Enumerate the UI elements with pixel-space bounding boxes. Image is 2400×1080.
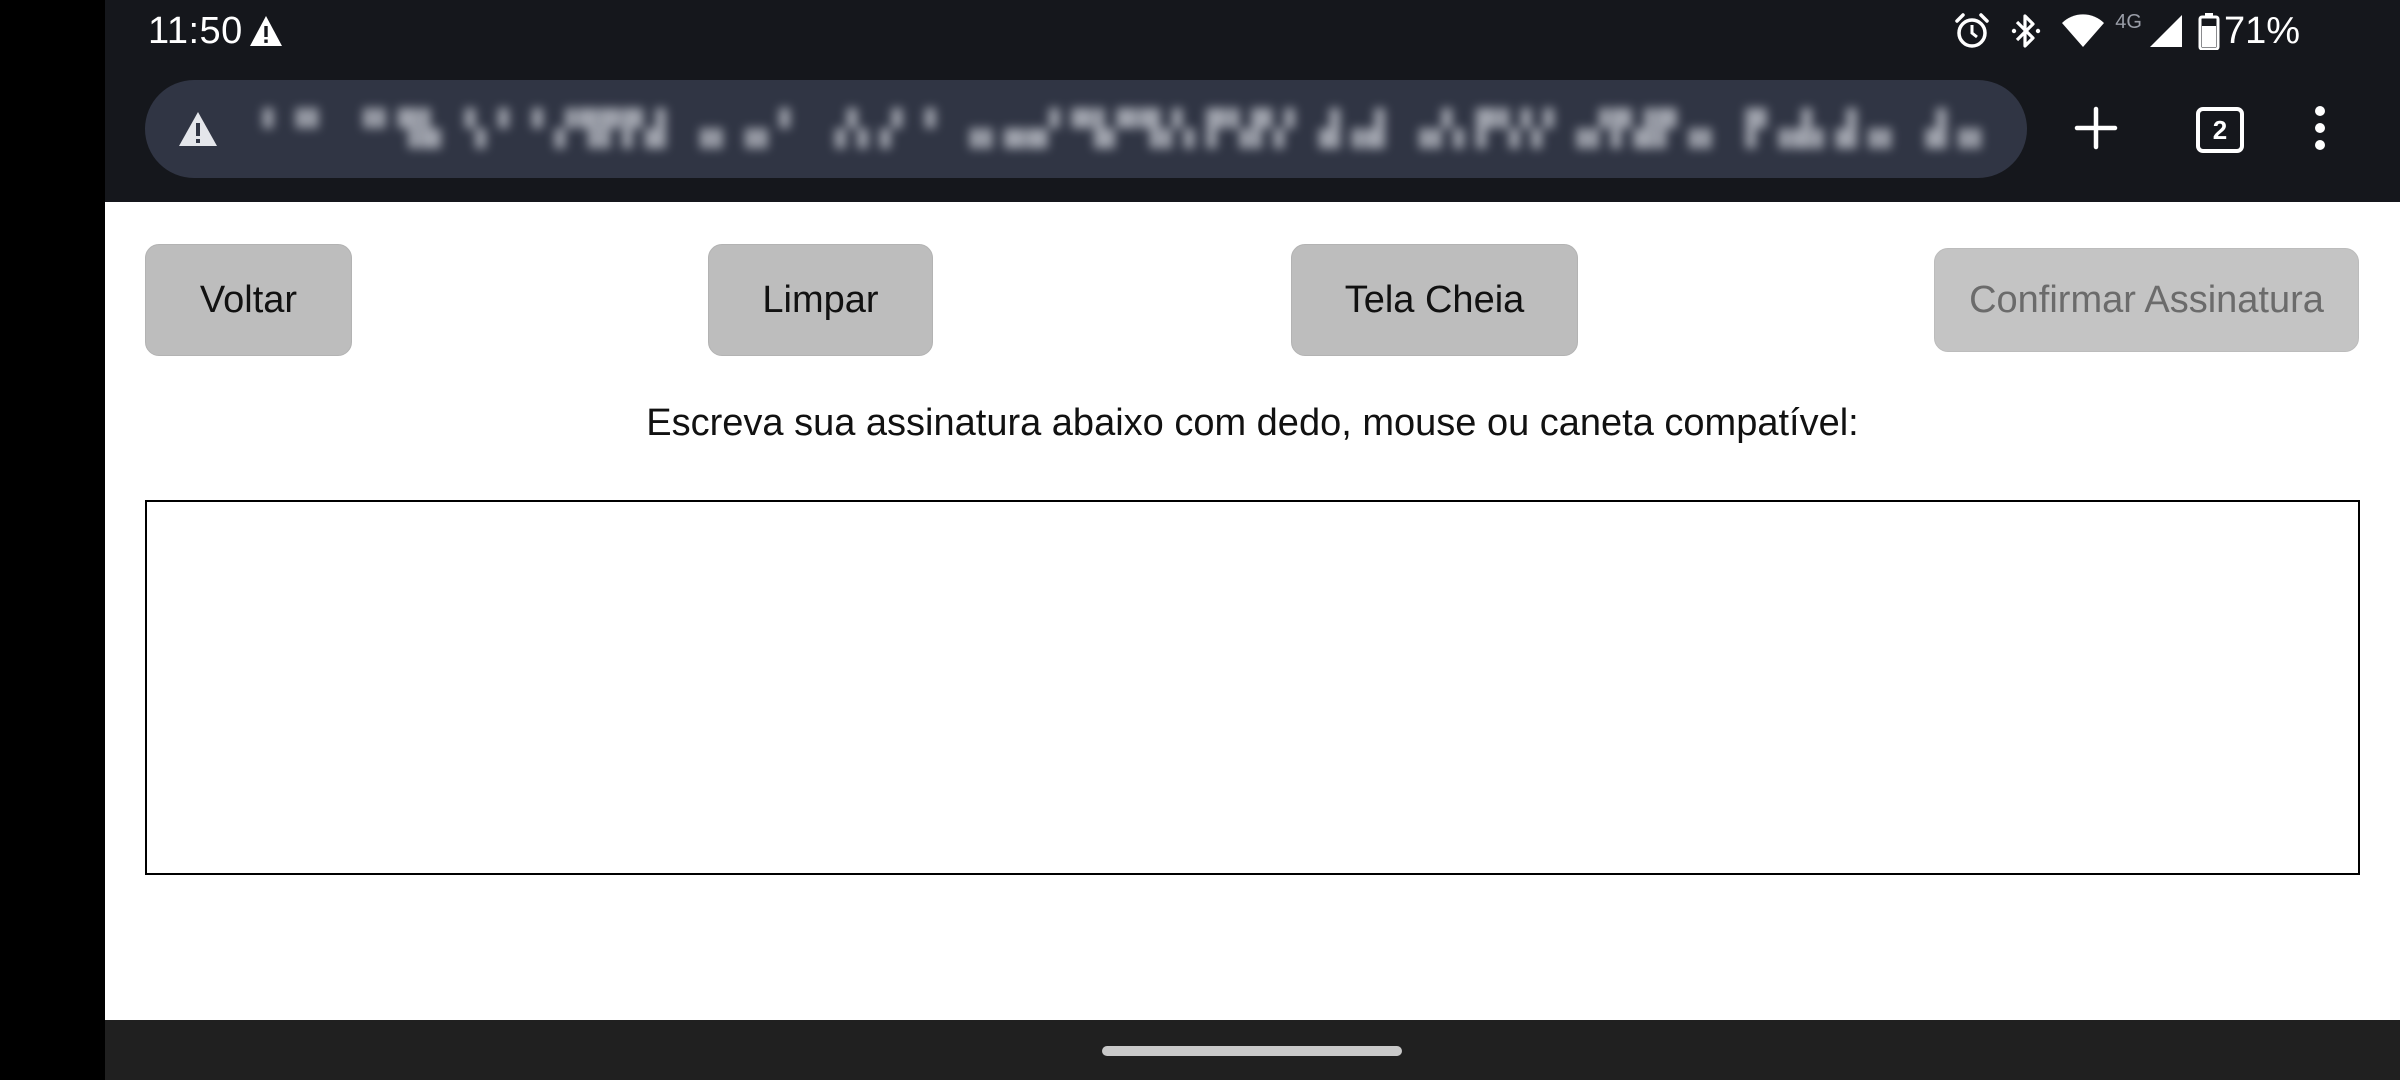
battery-icon xyxy=(2198,11,2220,51)
device-screen: 11:50 4G 71% ▘▝▘ ▝▘▜▙ ▚▝ ▘▞▜▛▛▟ ▗▖▗▖▘ ▗▚… xyxy=(105,0,2400,1080)
confirm-signature-button: Confirmar Assinatura xyxy=(1934,248,2359,352)
signature-instruction: Escreva sua assinatura abaixo com dedo, … xyxy=(646,402,1859,444)
network-type-label: 4G xyxy=(2115,11,2142,33)
cellular-signal-icon xyxy=(2148,11,2184,51)
url-text[interactable]: ▘▝▘ ▝▘▜▙ ▚▝ ▘▞▜▛▛▟ ▗▖▗▖▘ ▗▚▗▘▝ ▗▖▄▄▘▀▙▀▜… xyxy=(263,80,2001,178)
home-gesture-handle[interactable] xyxy=(1102,1046,1402,1056)
navigation-bar xyxy=(105,1020,2400,1080)
signature-pad[interactable] xyxy=(145,500,2360,875)
wifi-icon xyxy=(2061,11,2105,51)
address-bar[interactable]: ▘▝▘ ▝▘▜▙ ▚▝ ▘▞▜▛▛▟ ▗▖▗▖▘ ▗▚▗▘▝ ▗▖▄▄▘▀▙▀▜… xyxy=(145,80,2027,178)
tab-switcher-icon: 2 xyxy=(2196,107,2244,153)
status-icons: 4G 71% xyxy=(1933,8,2300,54)
new-tab-button[interactable] xyxy=(2046,80,2146,180)
browser-toolbar: ▘▝▘ ▝▘▜▙ ▚▝ ▘▞▜▛▛▟ ▗▖▗▖▘ ▗▚▗▘▝ ▗▖▄▄▘▀▙▀▜… xyxy=(105,62,2400,200)
tab-switcher-button[interactable]: 2 xyxy=(2170,80,2270,180)
web-page: Voltar Limpar Tela Cheia Confirmar Assin… xyxy=(105,202,2400,1020)
status-time: 11:50 xyxy=(148,10,243,52)
warning-icon xyxy=(248,14,284,48)
more-menu-icon xyxy=(2314,105,2326,156)
alarm-icon xyxy=(1953,11,1991,51)
fullscreen-button[interactable]: Tela Cheia xyxy=(1291,244,1578,356)
clear-button[interactable]: Limpar xyxy=(708,244,933,356)
omnibox-warning-icon[interactable] xyxy=(177,110,219,148)
status-bar: 11:50 4G 71% xyxy=(105,0,2400,62)
bluetooth-icon xyxy=(2011,11,2041,51)
back-button[interactable]: Voltar xyxy=(145,244,352,356)
more-menu-button[interactable] xyxy=(2280,80,2360,180)
new-tab-icon xyxy=(2074,106,2118,155)
battery-percentage: 71% xyxy=(2223,9,2300,52)
